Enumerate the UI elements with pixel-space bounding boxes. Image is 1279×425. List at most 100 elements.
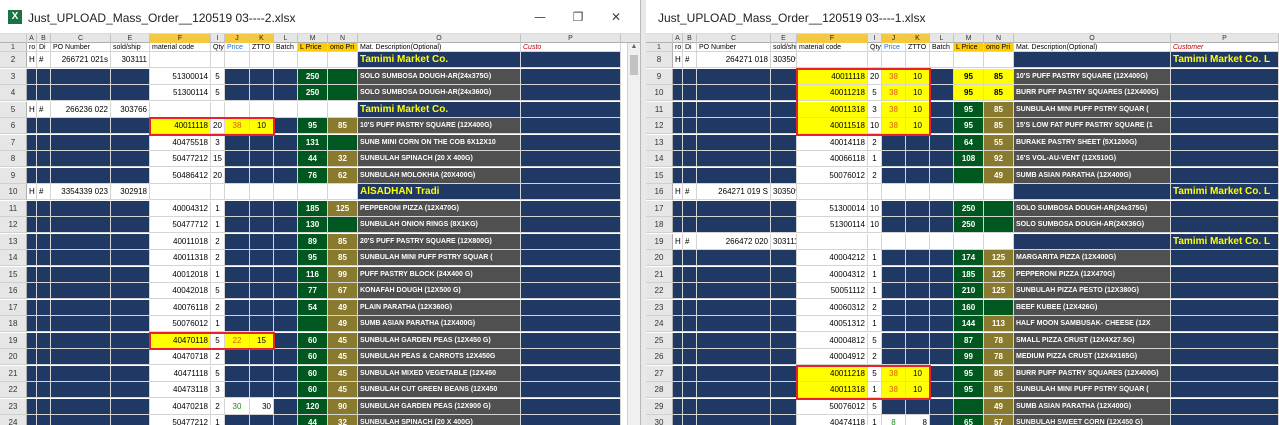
cell-p[interactable]: Tamimi Market Co. L	[1171, 52, 1279, 68]
cell-f[interactable]: 40004312	[150, 200, 211, 217]
cell-b[interactable]	[37, 118, 51, 134]
cell-m[interactable]	[298, 316, 328, 332]
row-number[interactable]: 9	[0, 167, 27, 184]
row-number[interactable]: 22	[646, 283, 673, 299]
cell-b[interactable]	[683, 85, 697, 101]
cell-c[interactable]	[51, 299, 111, 316]
cell-j[interactable]	[882, 398, 906, 415]
cell-o[interactable]: 15'S LOW FAT PUFF PASTRY SQUARE (1	[1014, 118, 1171, 134]
cell-l[interactable]	[930, 332, 954, 349]
cell-i[interactable]: 5	[211, 365, 225, 382]
cell-e[interactable]: 303111	[771, 233, 797, 250]
cell-b[interactable]	[683, 398, 697, 415]
column-header-b[interactable]: B	[683, 34, 697, 43]
cell-c[interactable]	[697, 101, 771, 118]
cell-a[interactable]	[673, 101, 683, 118]
cell-f[interactable]: 40012018	[150, 266, 211, 283]
cell-n[interactable]	[328, 68, 358, 85]
cell-a[interactable]	[673, 365, 683, 382]
cell-c[interactable]	[697, 316, 771, 332]
row-number[interactable]: 1	[646, 43, 673, 52]
cell-m[interactable]	[954, 184, 984, 200]
cell-j[interactable]	[225, 365, 250, 382]
cell-i[interactable]: 10	[868, 217, 882, 233]
cell-e[interactable]	[771, 398, 797, 415]
cell-p[interactable]	[1171, 382, 1279, 398]
cell-k[interactable]	[250, 85, 274, 101]
cell-k[interactable]	[906, 134, 930, 151]
cell-o[interactable]: SUNBULAH SPINACH (20 X 400G)	[358, 415, 521, 425]
cell-i[interactable]: 2	[211, 398, 225, 415]
cell-i[interactable]: 2	[868, 134, 882, 151]
header-k[interactable]: ZTTO	[906, 43, 930, 52]
cell-b[interactable]	[37, 233, 51, 250]
cell-b[interactable]	[683, 382, 697, 398]
cell-j[interactable]	[882, 52, 906, 68]
header-f[interactable]: material code	[797, 43, 868, 52]
cell-l[interactable]	[274, 134, 298, 151]
cell-a[interactable]	[27, 85, 37, 101]
header-i[interactable]: Qty	[211, 43, 225, 52]
cell-n[interactable]: 78	[984, 349, 1014, 365]
cell-c[interactable]	[697, 68, 771, 85]
cell-p[interactable]	[521, 151, 621, 167]
cell-o[interactable]: MARGARITA PIZZA (12X400G)	[1014, 250, 1171, 266]
cell-c[interactable]: 266236 022	[51, 101, 111, 118]
column-header-l[interactable]: L	[930, 34, 954, 43]
row-number[interactable]: 17	[646, 200, 673, 217]
cell-p[interactable]	[521, 349, 621, 365]
column-header-b[interactable]: B	[37, 34, 51, 43]
cell-o[interactable]: PUFF PASTRY BLOCK (24X400 G)	[358, 266, 521, 283]
row-number[interactable]: 1	[0, 43, 27, 52]
cell-p[interactable]	[521, 250, 621, 266]
cell-p[interactable]	[521, 299, 621, 316]
cell-e[interactable]	[111, 233, 150, 250]
cell-n[interactable]: 49	[328, 299, 358, 316]
cell-b[interactable]: #	[683, 184, 697, 200]
cell-a[interactable]	[673, 200, 683, 217]
cell-o[interactable]: SUNBULAH ONION RINGS (8X1KG)	[358, 217, 521, 233]
row-number[interactable]: 22	[0, 382, 27, 398]
cell-l[interactable]	[274, 382, 298, 398]
cell-e[interactable]	[111, 217, 150, 233]
column-header-o[interactable]: O	[1014, 34, 1171, 43]
cell-k[interactable]	[250, 68, 274, 85]
cell-l[interactable]	[274, 349, 298, 365]
header-n[interactable]: omo Pri	[984, 43, 1014, 52]
cell-n[interactable]	[328, 101, 358, 118]
cell-o[interactable]: SMALL PIZZA CRUST (12X4X27.5G)	[1014, 332, 1171, 349]
header-o[interactable]: Mat. Description(Optional)	[1014, 43, 1171, 52]
cell-k[interactable]	[250, 316, 274, 332]
cell-i[interactable]	[868, 233, 882, 250]
cell-n[interactable]: 49	[984, 398, 1014, 415]
cell-l[interactable]	[930, 118, 954, 134]
cell-m[interactable]: 95	[954, 365, 984, 382]
cell-p[interactable]	[521, 101, 621, 118]
row-number[interactable]: 13	[646, 134, 673, 151]
cell-p[interactable]	[521, 332, 621, 349]
row-number[interactable]: 14	[646, 151, 673, 167]
cell-m[interactable]: 99	[954, 349, 984, 365]
cell-o[interactable]: HALF MOON SAMBUSAK- CHEESE (12X	[1014, 316, 1171, 332]
cell-i[interactable]: 1	[868, 316, 882, 332]
cell-i[interactable]: 1	[211, 415, 225, 425]
cell-i[interactable]: 15	[211, 151, 225, 167]
cell-p[interactable]	[521, 283, 621, 299]
cell-j[interactable]	[225, 415, 250, 425]
cell-n[interactable]	[984, 217, 1014, 233]
cell-o[interactable]: SUNBULAH PIZZA PESTO (12X380G)	[1014, 283, 1171, 299]
cell-f[interactable]: 40066118	[797, 151, 868, 167]
cell-i[interactable]: 3	[211, 382, 225, 398]
cell-a[interactable]	[27, 151, 37, 167]
header-p[interactable]: Custo	[521, 43, 621, 52]
cell-b[interactable]	[683, 134, 697, 151]
cell-n[interactable]: 113	[984, 316, 1014, 332]
row-number[interactable]: 10	[0, 184, 27, 200]
cell-a[interactable]	[27, 365, 37, 382]
column-header-e[interactable]: E	[771, 34, 797, 43]
cell-a[interactable]: H	[27, 184, 37, 200]
cell-o[interactable]: BURAKE PASTRY SHEET (5X1200G)	[1014, 134, 1171, 151]
cell-n[interactable]: 32	[328, 415, 358, 425]
cell-i[interactable]: 3	[211, 134, 225, 151]
cell-b[interactable]	[683, 217, 697, 233]
